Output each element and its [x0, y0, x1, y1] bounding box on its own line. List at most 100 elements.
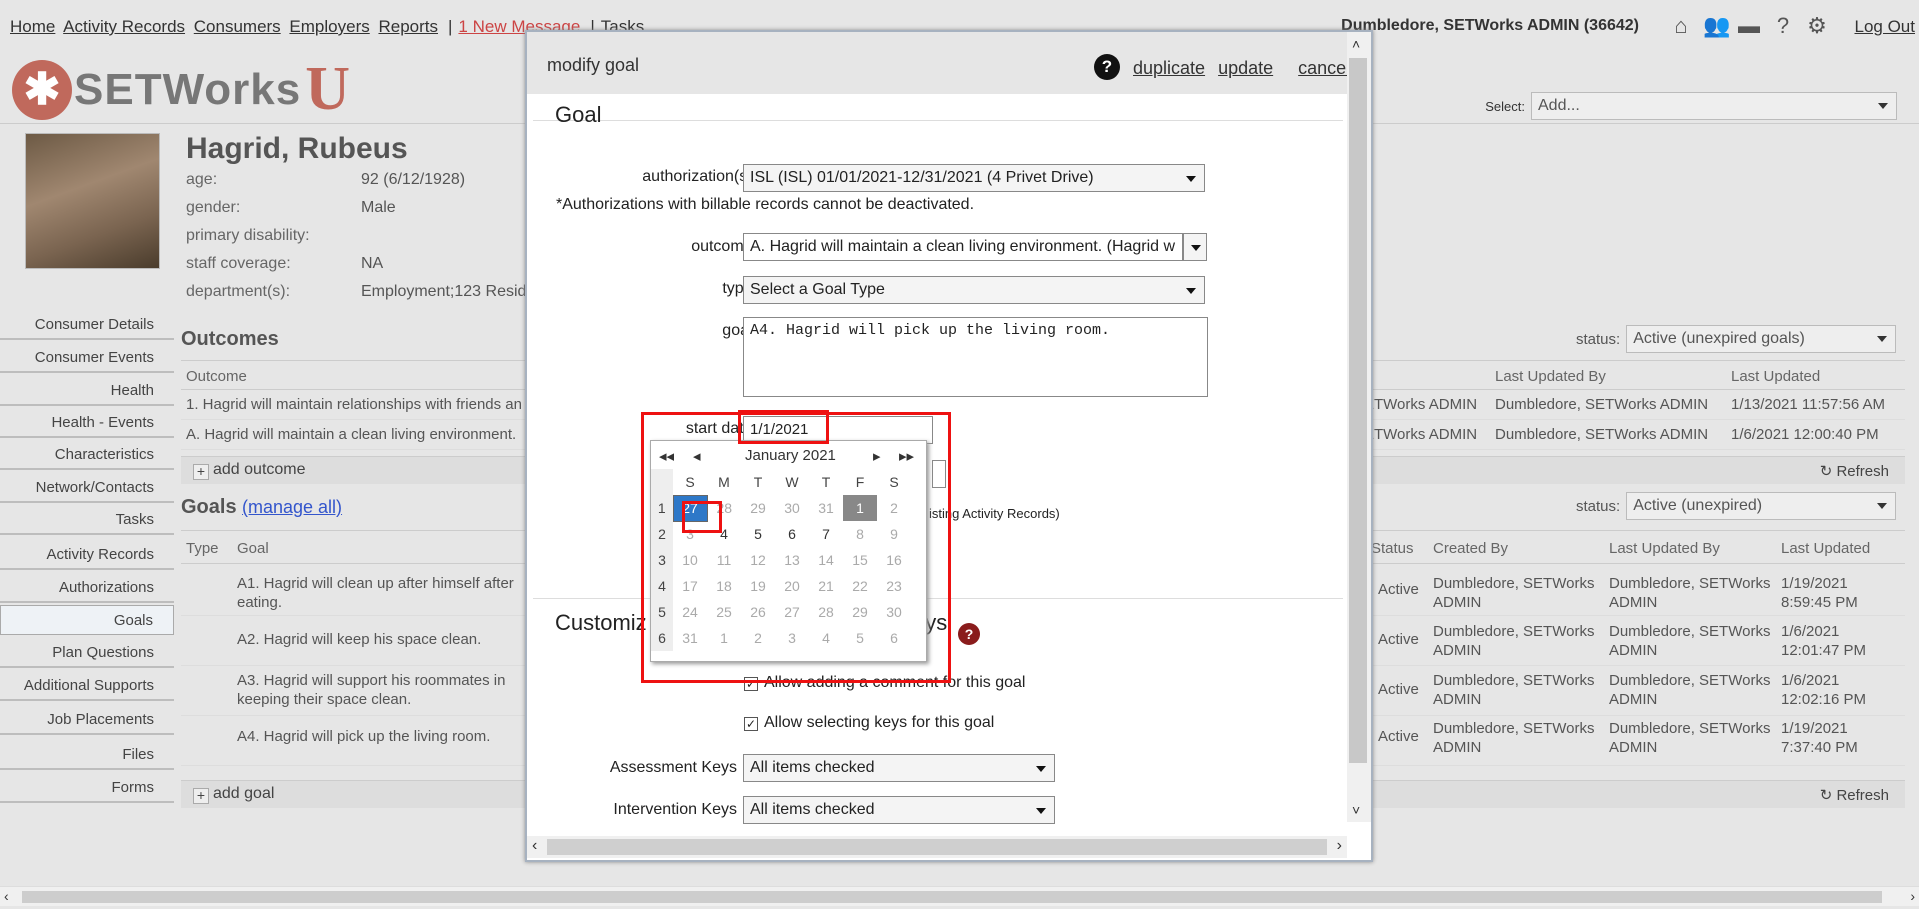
- consumer-field-label: primary disability:: [186, 227, 310, 244]
- sidebar-item-characteristics[interactable]: Characteristics: [0, 440, 174, 470]
- goal-textarea[interactable]: A4. Hagrid will pick up the living room.: [743, 317, 1208, 397]
- dialog-actions: duplicate update cancel: [1133, 58, 1358, 79]
- goal-cell: A2. Hagrid will keep his space clean.: [237, 631, 482, 648]
- sidebar-item-files[interactable]: Files: [0, 740, 174, 770]
- goals-title: Goals: [181, 496, 237, 518]
- col-last-updated[interactable]: Last Updated: [1781, 540, 1870, 557]
- col-last-updated-by[interactable]: Last Updated By: [1609, 540, 1720, 557]
- chevron-down-icon: [1186, 176, 1196, 182]
- plus-icon: +: [193, 788, 209, 804]
- highlight-box-selected-day: [682, 501, 722, 533]
- goals-refresh-button[interactable]: ↻ Refresh: [1820, 786, 1889, 804]
- goal-cell: A1. Hagrid will clean up after himself a…: [237, 575, 514, 611]
- nav-consumers-link[interactable]: Consumers: [194, 17, 281, 36]
- chevron-down-icon: [1186, 288, 1196, 294]
- nav-activity-records-link[interactable]: Activity Records: [63, 17, 185, 36]
- outcome-input[interactable]: A. Hagrid will maintain a clean living e…: [743, 233, 1183, 261]
- nav-reports-link[interactable]: Reports: [378, 17, 438, 36]
- gear-icon[interactable]: ⚙: [1805, 14, 1829, 38]
- col-outcome[interactable]: Outcome: [186, 368, 247, 385]
- outcome-dropdown-button[interactable]: [1183, 233, 1207, 261]
- updated-by-cell: Dumbledore, SETWorks ADMIN: [1609, 720, 1771, 756]
- outcomes-status-select[interactable]: Active (unexpired goals): [1626, 325, 1897, 353]
- scroll-down-icon[interactable]: ˅: [1352, 802, 1360, 818]
- sidebar-item-plan-questions[interactable]: Plan Questions: [0, 638, 174, 668]
- sidebar-item-authorizations[interactable]: Authorizations: [0, 573, 174, 603]
- page-horizontal-scrollbar[interactable]: ‹ ›: [0, 886, 1919, 906]
- dialog-header: modify goal ? duplicate update cancel: [527, 32, 1350, 94]
- update-button[interactable]: update: [1218, 58, 1273, 78]
- assessment-keys-label: Assessment Keys: [609, 759, 737, 776]
- current-user: Dumbledore, SETWorks ADMIN (36642): [1341, 17, 1639, 34]
- duplicate-button[interactable]: duplicate: [1133, 58, 1205, 78]
- assessment-keys-select[interactable]: All items checked: [743, 754, 1055, 782]
- sidebar-item-network-contacts[interactable]: Network/Contacts: [0, 473, 174, 503]
- help-icon[interactable]: ?: [958, 623, 980, 645]
- sidebar-item-health-events[interactable]: Health - Events: [0, 408, 174, 438]
- cancel-button[interactable]: cancel: [1298, 58, 1350, 78]
- chevron-down-icon: [1191, 245, 1201, 251]
- goals-status-select[interactable]: Active (unexpired): [1626, 492, 1897, 520]
- scroll-thumb[interactable]: [1349, 58, 1367, 763]
- add-select-label: Select:: [1485, 98, 1525, 114]
- help-icon[interactable]: ?: [1771, 14, 1795, 38]
- allow-keys-checkbox[interactable]: ✓ Allow selecting keys for this goal: [744, 714, 994, 732]
- goal-label: goal:: [722, 322, 757, 339]
- col-goal[interactable]: Goal: [237, 540, 269, 557]
- col-last-updated[interactable]: Last Updated: [1731, 368, 1820, 385]
- sidebar-item-additional-supports[interactable]: Additional Supports: [0, 671, 174, 701]
- manage-all-link[interactable]: (manage all): [242, 497, 342, 518]
- col-last-updated-by[interactable]: Last Updated By: [1495, 368, 1606, 385]
- goal-cell: A4. Hagrid will pick up the living room.: [237, 728, 491, 745]
- logo-figure-icon: ✱: [12, 59, 72, 120]
- sidebar-item-health[interactable]: Health: [0, 376, 174, 406]
- goal-type-select[interactable]: Select a Goal Type: [743, 276, 1205, 304]
- users-icon[interactable]: 👥: [1703, 14, 1730, 38]
- col-status[interactable]: Status: [1371, 540, 1414, 557]
- sidebar-item-forms[interactable]: Forms: [0, 773, 174, 803]
- sidebar-item-tasks[interactable]: Tasks: [0, 505, 174, 535]
- add-outcome-button[interactable]: + add outcome: [181, 461, 306, 480]
- add-goal-button[interactable]: + add goal: [181, 785, 274, 804]
- updated-cell: 1/19/2021 7:37:40 PM: [1781, 720, 1858, 756]
- top-icons: ⌂ 👥 ▬ ? ⚙: [1669, 14, 1829, 38]
- authorization-label: authorization(s):: [642, 168, 757, 185]
- sidebar-item-goals[interactable]: Goals: [0, 605, 174, 635]
- consumer-photo: [25, 133, 160, 269]
- highlight-box-start-date: [738, 410, 829, 444]
- scroll-left-icon[interactable]: ‹: [4, 888, 9, 904]
- home-icon[interactable]: ⌂: [1669, 14, 1693, 38]
- outcome-label: outcome:: [691, 238, 757, 255]
- created-by-cell: Dumbledore, SETWorks ADMIN: [1433, 575, 1595, 611]
- intervention-keys-select[interactable]: All items checked: [743, 796, 1055, 824]
- consumer-field-value: Employment;123 Reside: [361, 283, 536, 300]
- outcomes-refresh-button[interactable]: ↻ Refresh: [1820, 462, 1889, 480]
- col-type[interactable]: Type: [186, 540, 219, 557]
- scroll-thumb[interactable]: [547, 839, 1327, 855]
- outcomes-title: Outcomes: [181, 328, 279, 350]
- nav-employers-link[interactable]: Employers: [289, 17, 369, 36]
- scroll-left-icon[interactable]: ‹: [532, 837, 537, 855]
- scroll-right-icon[interactable]: ›: [1337, 837, 1342, 855]
- logout-link[interactable]: Log Out: [1855, 17, 1916, 37]
- dialog-vertical-scrollbar[interactable]: ˄ ˅: [1347, 32, 1371, 822]
- scroll-thumb[interactable]: [22, 891, 1882, 903]
- created-by-cell: Dumbledore, SETWorks ADMIN: [1433, 672, 1595, 708]
- dialog-horizontal-scrollbar[interactable]: ‹ ›: [527, 836, 1347, 858]
- authorization-select[interactable]: ISL (ISL) 01/01/2021-12/31/2021 (4 Prive…: [743, 164, 1205, 192]
- sidebar-item-consumer-events[interactable]: Consumer Events: [0, 343, 174, 373]
- chevron-down-icon: [1877, 336, 1888, 342]
- add-select[interactable]: Add...: [1531, 92, 1897, 120]
- col-created-by[interactable]: Created By: [1433, 540, 1508, 557]
- briefcase-icon[interactable]: ▬: [1737, 14, 1761, 38]
- sidebar-item-activity-records[interactable]: Activity Records: [0, 540, 174, 570]
- scroll-up-icon[interactable]: ˄: [1352, 36, 1360, 52]
- type-label: type:: [722, 280, 757, 297]
- help-icon[interactable]: ?: [1094, 54, 1120, 80]
- consumer-field-value: NA: [361, 255, 384, 272]
- sidebar-item-consumer-details[interactable]: Consumer Details: [0, 310, 174, 340]
- nav-home-link[interactable]: Home: [10, 17, 55, 36]
- updated-cell: 1/6/2021 12:00:40 PM: [1731, 426, 1879, 443]
- scroll-right-icon[interactable]: ›: [1910, 888, 1915, 904]
- sidebar-item-job-placements[interactable]: Job Placements: [0, 705, 174, 735]
